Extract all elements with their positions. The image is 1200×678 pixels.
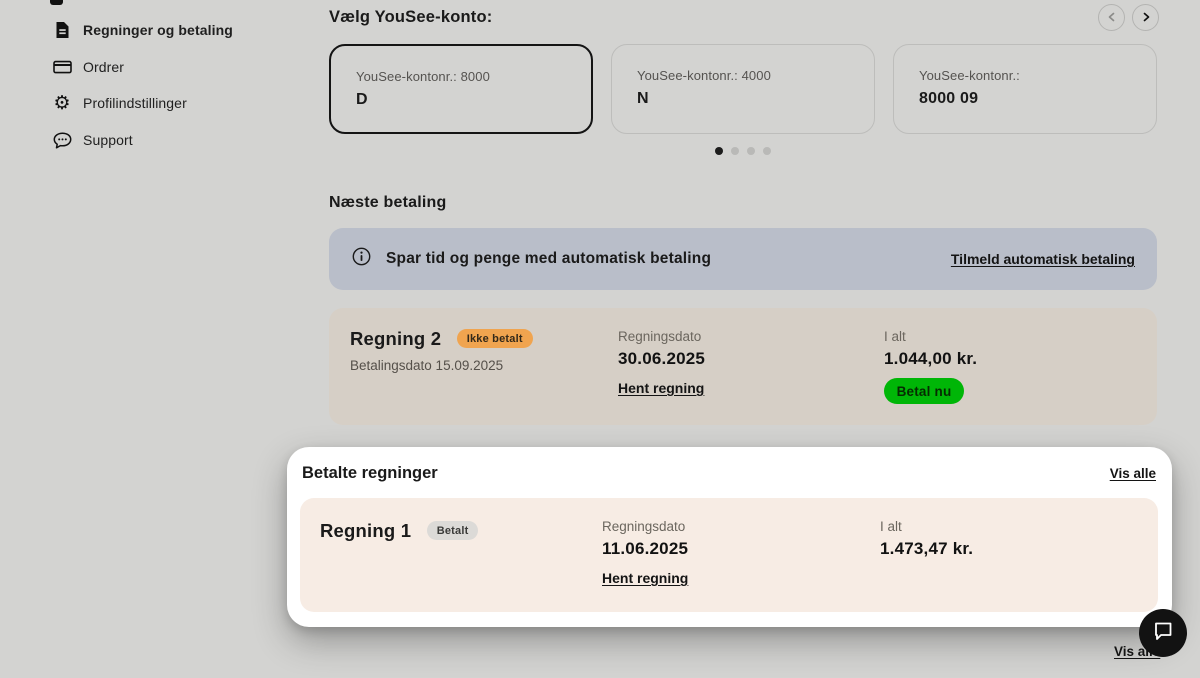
account-card-8000-09[interactable]: YouSee-kontonr.: 8000 09 bbox=[893, 44, 1157, 134]
account-card-label: YouSee-kontonr.: 4000 bbox=[637, 68, 850, 83]
sidebar-item-label: Profilindstillinger bbox=[83, 95, 187, 111]
sidebar-item-orders[interactable]: Ordrer bbox=[52, 57, 124, 77]
page-title: Vælg YouSee-konto: bbox=[329, 8, 492, 27]
sidebar-item-label: Regninger og betaling bbox=[83, 22, 233, 38]
total-column: I alt 1.044,00 kr. Betal nu bbox=[884, 329, 977, 404]
card-icon bbox=[52, 57, 72, 77]
document-icon bbox=[52, 20, 72, 40]
status-badge: Ikke betalt bbox=[457, 329, 533, 348]
carousel-dot[interactable] bbox=[731, 147, 739, 155]
info-icon bbox=[352, 247, 371, 271]
paid-bill-card: Regning 1 Betalt Regningsdato 11.06.2025… bbox=[300, 498, 1158, 612]
sidebar-item-support[interactable]: Support bbox=[52, 130, 133, 150]
invoice-date-label: Regningsdato bbox=[618, 329, 705, 344]
total-label: I alt bbox=[884, 329, 977, 344]
payment-date-text: Betalingsdato 15.09.2025 bbox=[350, 358, 503, 373]
cutoff-icon-fragment bbox=[50, 0, 63, 5]
download-bill-link[interactable]: Hent regning bbox=[618, 380, 704, 396]
carousel-next-button[interactable] bbox=[1132, 4, 1159, 31]
autopay-banner-text: Spar tid og penge med automatisk betalin… bbox=[386, 250, 711, 268]
sidebar-item-label: Support bbox=[83, 132, 133, 148]
carousel-prev-button[interactable] bbox=[1098, 4, 1125, 31]
sidebar-item-bills[interactable]: Regninger og betaling bbox=[52, 20, 233, 40]
invoice-date-value: 11.06.2025 bbox=[602, 539, 688, 559]
account-card-4000-n[interactable]: YouSee-kontonr.: 4000 N bbox=[611, 44, 875, 134]
status-badge: Betalt bbox=[427, 521, 479, 540]
carousel-dot[interactable] bbox=[715, 147, 723, 155]
chat-icon bbox=[52, 130, 72, 150]
paid-bills-view-all-link[interactable]: Vis alle bbox=[1110, 466, 1156, 481]
account-card-value: 8000 09 bbox=[919, 90, 1132, 108]
autopay-signup-link[interactable]: Tilmeld automatisk betaling bbox=[951, 251, 1135, 267]
total-column: I alt 1.473,47 kr. bbox=[880, 519, 973, 559]
carousel-dots bbox=[715, 147, 771, 155]
bill-title-row: Regning 1 Betalt bbox=[320, 520, 478, 542]
bill-title-row: Regning 2 Ikke betalt bbox=[350, 328, 533, 350]
invoice-date-column: Regningsdato 30.06.2025 Hent regning bbox=[618, 329, 705, 398]
total-value: 1.044,00 kr. bbox=[884, 349, 977, 369]
chevron-right-icon bbox=[1141, 10, 1151, 25]
chevron-left-icon bbox=[1107, 10, 1117, 25]
paid-bills-panel: Betalte regninger Vis alle Regning 1 Bet… bbox=[287, 447, 1172, 627]
invoice-date-label: Regningsdato bbox=[602, 519, 688, 534]
account-card-8000-d[interactable]: YouSee-kontonr.: 8000 D bbox=[329, 44, 593, 134]
account-card-label: YouSee-kontonr.: 8000 bbox=[356, 69, 567, 84]
paid-bills-heading: Betalte regninger bbox=[302, 464, 438, 483]
next-payment-heading: Næste betaling bbox=[329, 194, 447, 212]
sidebar-item-label: Ordrer bbox=[83, 59, 124, 75]
pay-now-button[interactable]: Betal nu bbox=[884, 378, 964, 404]
carousel-dot[interactable] bbox=[747, 147, 755, 155]
bill-title: Regning 1 bbox=[320, 520, 411, 541]
autopay-banner: Spar tid og penge med automatisk betalin… bbox=[329, 228, 1157, 290]
gear-icon: ⚙ bbox=[52, 93, 72, 113]
total-label: I alt bbox=[880, 519, 973, 534]
bill-title: Regning 2 bbox=[350, 328, 441, 349]
account-card-value: D bbox=[356, 91, 567, 109]
invoice-date-value: 30.06.2025 bbox=[618, 349, 705, 369]
carousel-dot[interactable] bbox=[763, 147, 771, 155]
chat-bubble-icon bbox=[1152, 621, 1174, 645]
unpaid-bill-card: Regning 2 Ikke betalt Betalingsdato 15.0… bbox=[329, 308, 1157, 425]
download-bill-link[interactable]: Hent regning bbox=[602, 570, 688, 586]
total-value: 1.473,47 kr. bbox=[880, 539, 973, 559]
invoice-date-column: Regningsdato 11.06.2025 Hent regning bbox=[602, 519, 688, 588]
chat-fab-button[interactable] bbox=[1139, 609, 1187, 657]
account-card-label: YouSee-kontonr.: bbox=[919, 68, 1132, 83]
sidebar-item-profile-settings[interactable]: ⚙ Profilindstillinger bbox=[52, 93, 187, 113]
account-card-value: N bbox=[637, 90, 850, 108]
